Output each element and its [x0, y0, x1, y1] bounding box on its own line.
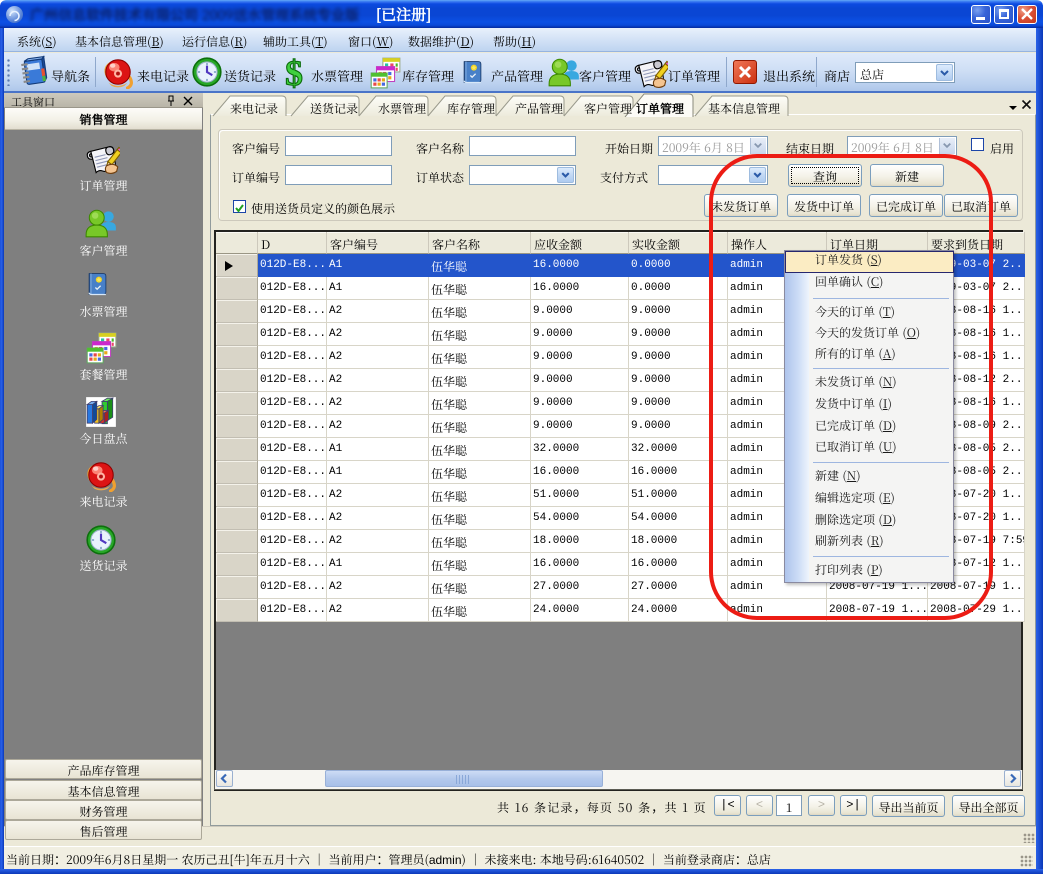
svg-text:$: $: [285, 55, 303, 91]
